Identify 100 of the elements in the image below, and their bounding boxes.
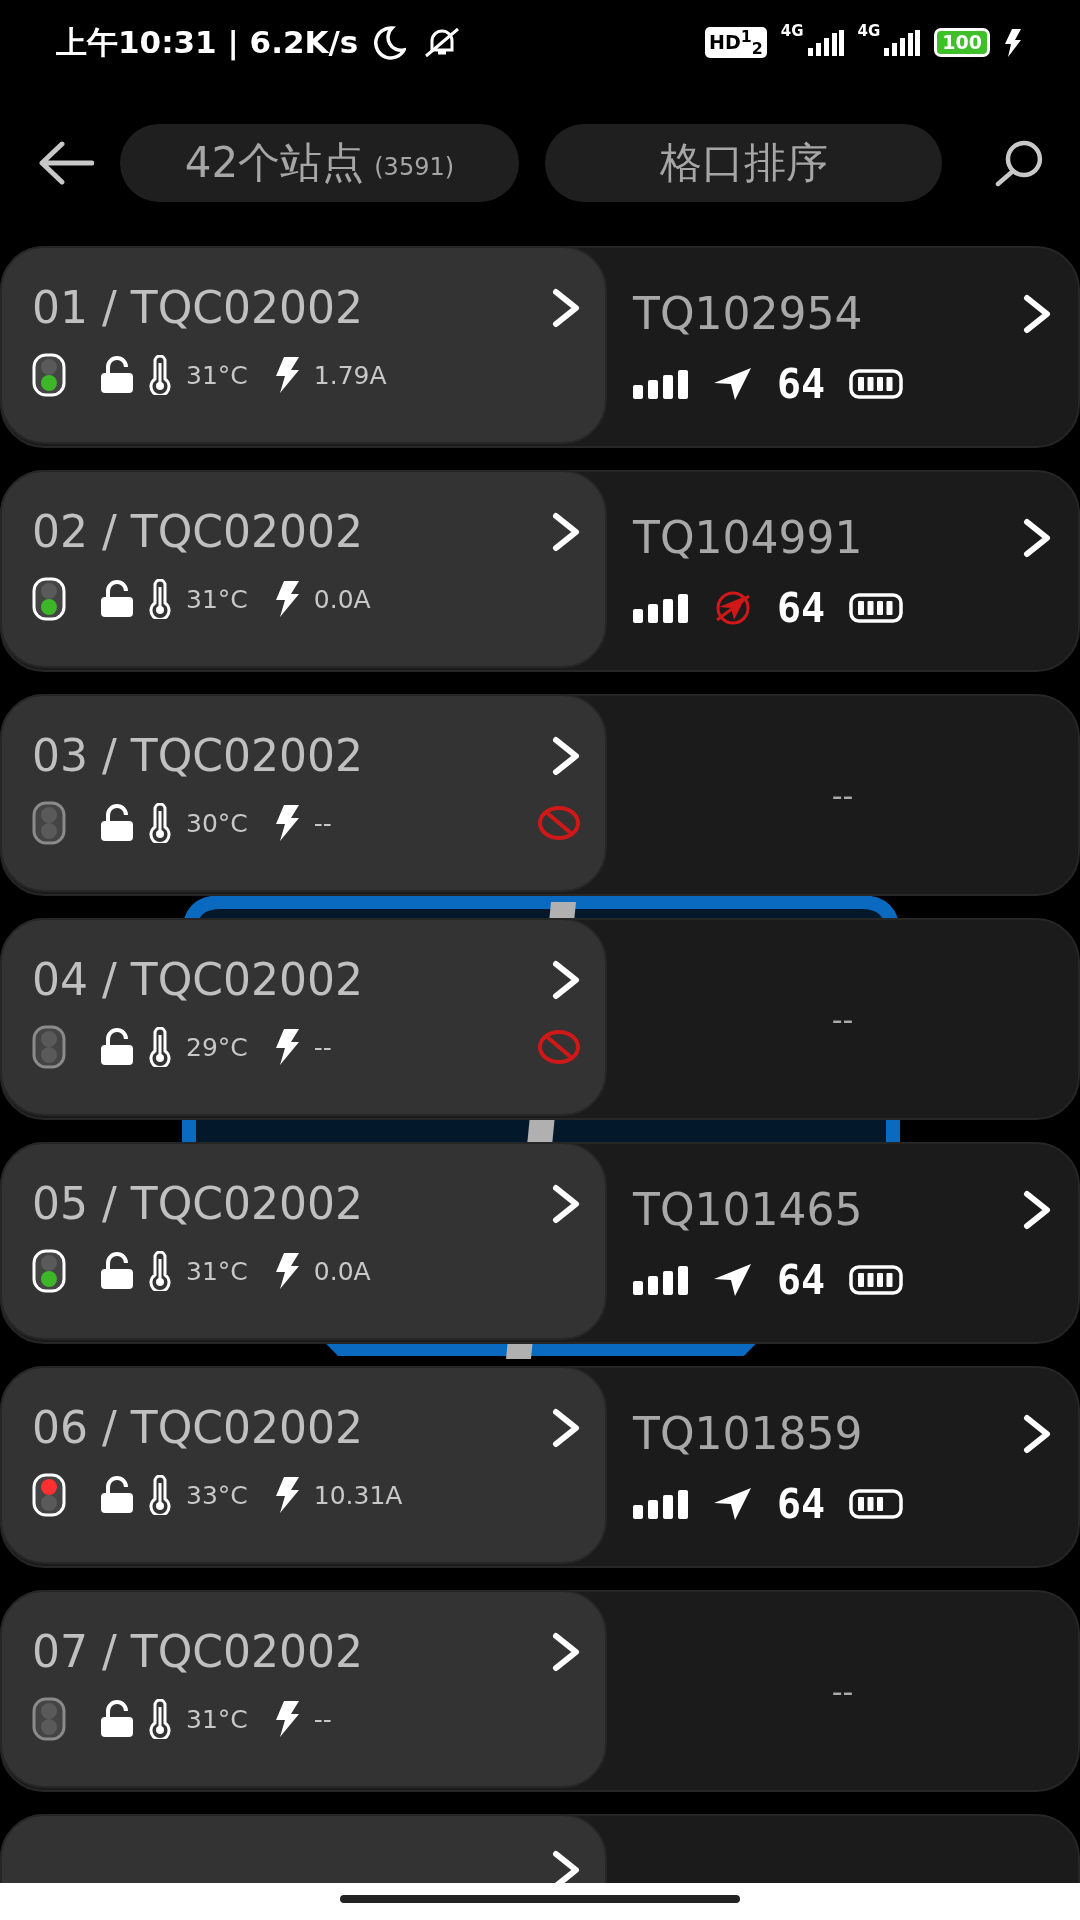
thermometer-icon [148,1475,172,1515]
station-title: 05 / TQC02002 [32,1178,364,1229]
station-title: 01 / TQC02002 [32,282,364,333]
temperature-text: 33°C [186,1480,248,1510]
lightning-bolt-icon [273,357,300,393]
station-row-card[interactable]: 07 / TQC02002 31°C -- -- [0,1590,1080,1792]
current-text: 0.0A [313,584,371,614]
thermometer-icon [148,1027,172,1067]
current-text: -- [313,1704,332,1734]
device-id: TQ104991 [633,512,864,563]
charging-bolt-icon [1004,28,1022,57]
current-text: 10.31A [313,1480,403,1510]
current-text: -- [313,1032,332,1062]
unlocked-padlock-icon [100,356,134,394]
empty-placeholder: -- [831,1001,854,1037]
signal-light-icon [32,577,66,621]
station-card[interactable]: 04 / TQC02002 29°C -- [0,918,607,1116]
back-arrow-icon[interactable] [38,139,94,186]
chevron-right-icon[interactable] [1022,517,1052,558]
signal-bars-icon [633,593,689,623]
chevron-right-icon[interactable] [551,1631,581,1672]
station-title: 04 / TQC02002 [32,954,364,1005]
station-title: 03 / TQC02002 [32,730,364,781]
lightning-bolt-icon [273,1029,300,1065]
thermometer-icon [148,355,172,395]
network-label: 4G [857,22,881,40]
chevron-right-icon[interactable] [1022,293,1052,334]
lightning-bolt-icon [273,1701,300,1737]
chevron-right-icon[interactable] [551,1183,581,1224]
temperature-text: 31°C [186,360,248,390]
thermometer-icon [148,1251,172,1291]
empty-placeholder: -- [831,1673,854,1709]
speed-value: 64 [777,1481,826,1527]
station-card[interactable]: 05 / TQC02002 31°C 0.0A [0,1142,607,1340]
chevron-right-icon[interactable] [551,287,581,328]
chevron-right-icon[interactable] [1022,1413,1052,1454]
unlocked-padlock-icon [100,1028,134,1066]
temperature-text: 29°C [186,1032,248,1062]
signal-light-icon [32,801,66,845]
current-text: 0.0A [313,1256,371,1286]
station-label: 42个站点 [184,136,365,189]
sort-button[interactable]: 格口排序 [545,123,943,202]
signal-light-icon [32,1697,66,1741]
speed-value: 64 [777,361,826,407]
station-row-card[interactable]: 05 / TQC02002 31°C 0.0A TQ101465 64 [0,1142,1080,1344]
battery-level: 100 [934,28,990,57]
chevron-right-icon[interactable] [551,1407,581,1448]
device-id: TQ102954 [633,288,864,339]
speed-value: 64 [777,1257,826,1303]
chevron-right-icon[interactable] [551,1850,581,1883]
thermometer-icon [148,1699,172,1739]
unlocked-padlock-icon [100,1700,134,1738]
station-count-button[interactable]: 42个站点 (3591) [119,123,519,202]
chevron-right-icon[interactable] [551,735,581,776]
no-entry-icon [537,805,581,841]
temperature-text: 31°C [186,1704,248,1734]
temperature-text: 31°C [186,584,248,614]
battery-icon [849,369,906,399]
chevron-right-icon[interactable] [1022,1189,1052,1230]
station-title: 02 / TQC02002 [32,506,364,557]
station-card[interactable]: 06 / TQC02002 33°C 10.31A [0,1366,607,1564]
moon-icon [372,25,407,60]
lightning-bolt-icon [273,581,300,617]
station-row-card[interactable]: 06 / TQC02002 33°C 10.31A TQ101859 64 [0,1366,1080,1568]
thermometer-icon [148,803,172,843]
chevron-right-icon[interactable] [551,511,581,552]
station-row-card[interactable]: 03 / TQC02002 30°C -- -- [0,694,1080,896]
station-title: 06 / TQC02002 [32,1402,364,1453]
station-card[interactable]: 03 / TQC02002 30°C -- [0,694,607,892]
lightning-bolt-icon [273,805,300,841]
unlocked-padlock-icon [100,804,134,842]
station-row-card[interactable]: 04 / TQC02002 29°C -- -- [0,918,1080,1120]
thermometer-icon [148,579,172,619]
signal-bars-icon [633,1265,689,1295]
signal-bars-icon [633,369,689,399]
signal-light-icon [32,1025,66,1069]
signal-light-icon [32,1473,66,1517]
station-card[interactable]: 07 / TQC02002 31°C -- [0,1590,607,1788]
unlocked-padlock-icon [100,1476,134,1514]
signal-bars-icon [633,1489,689,1519]
battery-icon [849,593,906,623]
station-title: 07 / TQC02002 [32,1626,364,1677]
cell-signal-icon [884,29,921,56]
station-total: (3591) [374,152,455,181]
lightning-bolt-icon [273,1253,300,1289]
temperature-text: 30°C [186,808,248,838]
station-card[interactable]: 02 / TQC02002 31°C 0.0A [0,470,607,668]
empty-placeholder: -- [831,777,854,813]
station-row-card[interactable]: 01 / TQC02002 31°C 1.79A TQ102954 64 [0,246,1080,448]
device-id: TQ101465 [633,1184,864,1235]
unlocked-padlock-icon [100,580,134,618]
signal-light-icon [32,353,66,397]
cell-signal-icon [807,29,844,56]
lightning-bolt-icon [273,1477,300,1513]
device-id: TQ101859 [633,1408,864,1459]
status-time-speed: 上午10:31 | 6.2K/s [56,22,359,63]
speed-value: 64 [777,585,826,631]
chevron-right-icon[interactable] [551,959,581,1000]
station-row-card[interactable]: 02 / TQC02002 31°C 0.0A TQ104991 64 [0,470,1080,672]
station-card[interactable]: 01 / TQC02002 31°C 1.79A [0,246,607,444]
